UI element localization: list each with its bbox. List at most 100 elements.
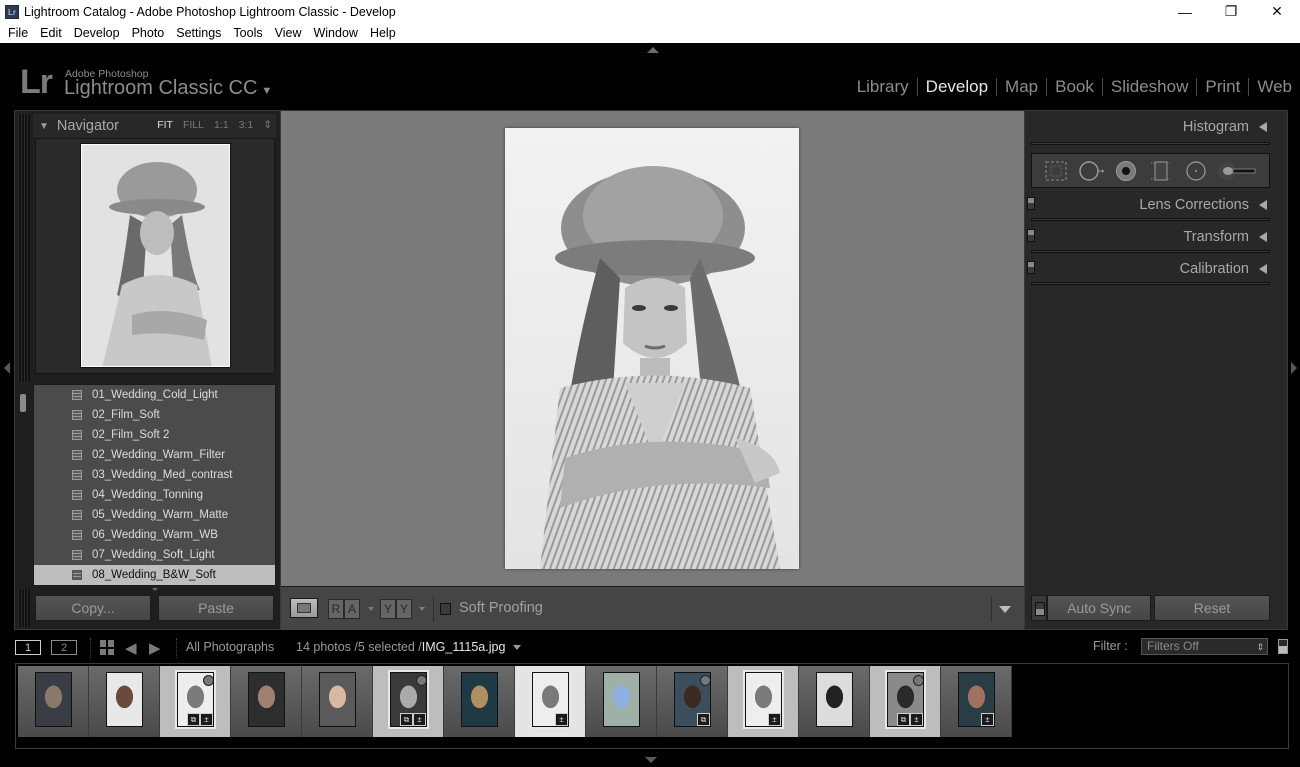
back-arrow-icon[interactable]: ◀ xyxy=(125,639,137,657)
zoom-spinner-icon[interactable]: ⇕ xyxy=(263,119,272,131)
preset-item-selected[interactable]: 08_Wedding_B&W_Soft xyxy=(34,565,275,585)
filter-select[interactable]: Filters Off ⇕ xyxy=(1141,638,1268,655)
lens-corrections-toggle[interactable] xyxy=(1027,197,1035,210)
calibration-toggle[interactable] xyxy=(1027,261,1035,274)
main-window-button[interactable]: 1 xyxy=(15,640,41,655)
filmstrip-cell[interactable] xyxy=(444,666,515,737)
thumbnail-options-icon[interactable] xyxy=(700,675,710,686)
minimize-button[interactable]: — xyxy=(1162,0,1208,23)
module-web[interactable]: Web xyxy=(1249,77,1300,97)
module-develop[interactable]: Develop xyxy=(918,77,996,97)
menu-tools[interactable]: Tools xyxy=(227,26,268,40)
restore-button[interactable]: ❐ xyxy=(1208,0,1254,23)
edited-badge-icon[interactable]: ± xyxy=(981,713,994,726)
loupe-view-button[interactable] xyxy=(290,598,318,618)
graduated-filter-icon[interactable] xyxy=(1148,159,1174,183)
reset-button[interactable]: Reset xyxy=(1154,595,1270,621)
menu-photo[interactable]: Photo xyxy=(126,26,171,40)
zoom-3-1[interactable]: 3:1 xyxy=(239,119,254,131)
collapse-left-panel-arrow[interactable] xyxy=(4,362,10,374)
navigator-preview[interactable] xyxy=(35,138,275,374)
filmstrip-cell[interactable]: ⧉ ± xyxy=(373,666,444,737)
zoom-1-1[interactable]: 1:1 xyxy=(214,119,229,131)
before-after-dropdown-icon[interactable] xyxy=(368,607,374,611)
spot-removal-icon[interactable] xyxy=(1078,159,1104,183)
filmstrip-photo-count[interactable]: 14 photos /5 selected /IMG_1115a.jpg xyxy=(296,640,522,654)
thumbnail-options-icon[interactable] xyxy=(203,675,213,686)
menu-file[interactable]: File xyxy=(2,26,34,40)
module-print[interactable]: Print xyxy=(1197,77,1248,97)
before-after-split-button[interactable]: Y Y xyxy=(380,599,412,619)
filmstrip-cell[interactable] xyxy=(231,666,302,737)
preset-item[interactable]: 06_Wedding_Warm_WB xyxy=(34,525,275,545)
collapse-filmstrip-arrow[interactable] xyxy=(645,757,657,763)
menu-window[interactable]: Window xyxy=(307,26,363,40)
virtual-copy-badge-icon[interactable]: ⧉ xyxy=(400,713,413,726)
auto-sync-button[interactable]: Auto Sync xyxy=(1047,595,1151,621)
filmstrip-cell[interactable] xyxy=(302,666,373,737)
panel-resize-grip[interactable] xyxy=(18,589,30,627)
thumbnail-options-icon[interactable] xyxy=(913,675,923,686)
filmstrip-cell[interactable]: ⧉ xyxy=(657,666,728,737)
grid-view-icon[interactable] xyxy=(100,640,115,655)
panel-resize-grip[interactable] xyxy=(18,114,30,382)
soft-proofing-label[interactable]: Soft Proofing xyxy=(459,600,543,616)
virtual-copy-badge-icon[interactable]: ⧉ xyxy=(697,713,710,726)
filmstrip-cell[interactable] xyxy=(586,666,657,737)
filmstrip-cell[interactable]: ⧉ ± xyxy=(870,666,941,737)
transform-panel-header[interactable]: Transform xyxy=(1031,224,1270,250)
filmstrip-cell[interactable]: ± xyxy=(941,666,1012,737)
zoom-fill[interactable]: FILL xyxy=(183,119,204,131)
auto-sync-switch[interactable] xyxy=(1031,595,1047,621)
close-button[interactable]: ✕ xyxy=(1254,0,1300,23)
edited-badge-icon[interactable]: ± xyxy=(413,713,426,726)
collapse-top-panel-arrow[interactable] xyxy=(647,47,659,53)
split-dropdown-icon[interactable] xyxy=(419,607,425,611)
filmstrip-cell[interactable] xyxy=(18,666,89,737)
module-map[interactable]: Map xyxy=(997,77,1046,97)
red-eye-icon[interactable] xyxy=(1113,159,1139,183)
main-photo[interactable] xyxy=(505,128,799,569)
paste-settings-button[interactable]: Paste xyxy=(158,595,274,621)
menu-develop[interactable]: Develop xyxy=(68,26,126,40)
left-panel-scrollbar[interactable] xyxy=(20,394,26,412)
menu-view[interactable]: View xyxy=(269,26,308,40)
soft-proofing-checkbox[interactable] xyxy=(440,603,451,615)
image-canvas[interactable] xyxy=(281,110,1024,586)
edited-badge-icon[interactable]: ± xyxy=(555,713,568,726)
module-library[interactable]: Library xyxy=(849,77,917,97)
filmstrip-source[interactable]: All Photographs xyxy=(186,640,274,654)
navigator-header[interactable]: ▼ Navigator FIT FILL 1:1 3:1 ⇕ xyxy=(33,114,276,138)
edited-badge-icon[interactable]: ± xyxy=(910,713,923,726)
preset-item[interactable]: 02_Wedding_Warm_Filter xyxy=(34,445,275,465)
edited-badge-icon[interactable]: ± xyxy=(768,713,781,726)
filmstrip-cell[interactable] xyxy=(89,666,160,737)
before-after-button[interactable]: R A xyxy=(328,599,360,619)
virtual-copy-badge-icon[interactable]: ⧉ xyxy=(187,713,200,726)
menu-settings[interactable]: Settings xyxy=(170,26,227,40)
preset-item[interactable]: 04_Wedding_Tonning xyxy=(34,485,275,505)
thumbnail-options-icon[interactable] xyxy=(416,675,426,686)
identity-plate[interactable]: Lightroom Classic CC ▼ xyxy=(64,77,272,100)
copy-settings-button[interactable]: Copy... xyxy=(35,595,151,621)
histogram-panel-header[interactable]: Histogram xyxy=(1031,114,1270,140)
filter-toggle-switch[interactable] xyxy=(1278,639,1288,654)
menu-help[interactable]: Help xyxy=(364,26,402,40)
filmstrip-cell[interactable]: ⧉ ± xyxy=(160,666,231,737)
collapse-right-panel-arrow[interactable] xyxy=(1291,362,1297,374)
preset-item[interactable]: 02_Film_Soft 2 xyxy=(34,425,275,445)
forward-arrow-icon[interactable]: ▶ xyxy=(149,639,161,657)
virtual-copy-badge-icon[interactable]: ⧉ xyxy=(897,713,910,726)
calibration-panel-header[interactable]: Calibration xyxy=(1031,256,1270,282)
crop-overlay-icon[interactable] xyxy=(1043,159,1069,183)
preset-item[interactable]: 01_Wedding_Cold_Light xyxy=(34,385,275,405)
preset-item[interactable]: 07_Wedding_Soft_Light xyxy=(34,545,275,565)
module-slideshow[interactable]: Slideshow xyxy=(1103,77,1197,97)
lens-corrections-panel-header[interactable]: Lens Corrections xyxy=(1031,192,1270,218)
preset-item[interactable]: 02_Film_Soft xyxy=(34,405,275,425)
edited-badge-icon[interactable]: ± xyxy=(200,713,213,726)
preset-item[interactable]: 03_Wedding_Med_contrast xyxy=(34,465,275,485)
filmstrip-cell[interactable] xyxy=(799,666,870,737)
filmstrip-cell[interactable]: ± xyxy=(515,666,586,737)
adjustment-brush-icon[interactable] xyxy=(1218,159,1258,183)
